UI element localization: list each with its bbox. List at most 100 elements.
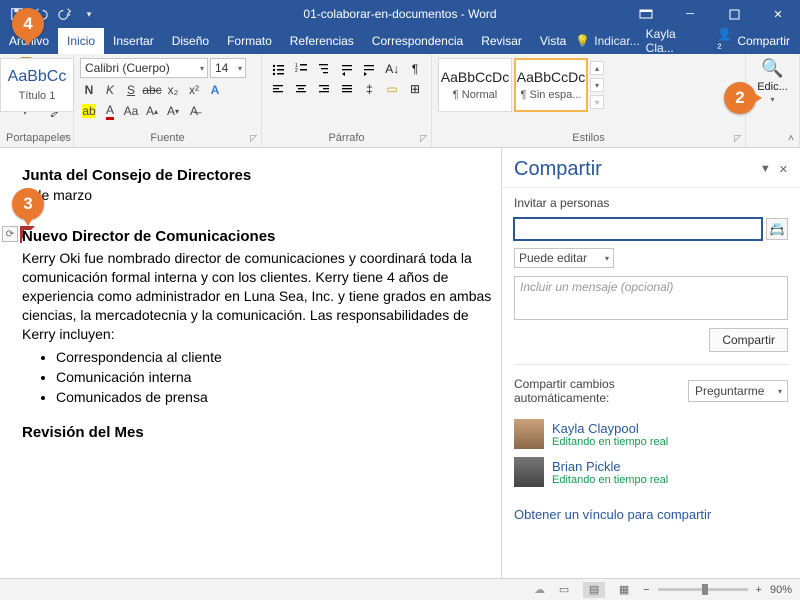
tab-mailings[interactable]: Correspondencia [363,28,472,54]
subscript-button[interactable]: x₂ [164,81,182,99]
dialog-launcher-icon[interactable]: ◸ [250,133,257,144]
tab-view[interactable]: Vista [531,28,575,54]
clear-formatting-button[interactable]: A̶ [185,102,203,120]
person-row[interactable]: Kayla Claypool Editando en tiempo real [514,419,788,449]
message-input[interactable]: Incluir un mensaje (opcional) [514,276,788,320]
share-person-icon: 👤² [717,27,734,55]
style-no-spacing[interactable]: AaBbCcDc¶ Sin espa... [514,58,588,112]
tell-me[interactable]: 💡Indicar... [575,34,639,48]
group-clipboard: Pegar ▾ ✂ ⧉ 🖌 Portapapeles◸ [0,54,74,147]
share-pane-header: Compartir ▼ ✕ [502,148,800,188]
redo-icon[interactable] [58,7,72,21]
read-mode-button[interactable]: ▭ [553,582,575,598]
tab-insert[interactable]: Insertar [104,28,163,54]
share-button[interactable]: 👤² Compartir [711,28,796,54]
invite-people-input[interactable] [514,218,762,240]
justify-button[interactable] [337,80,357,98]
title-bar: ▾ 01-colaborar-en-documentos - Word ─ ✕ [0,0,800,28]
italic-button[interactable]: K [101,81,119,99]
permission-select[interactable]: Puede editar▾ [514,248,614,268]
invite-label: Invitar a personas [514,196,788,210]
get-sharing-link[interactable]: Obtener un vínculo para compartir [514,507,788,522]
person-row[interactable]: Brian Pickle Editando en tiempo real [514,457,788,487]
font-size-combo[interactable]: 14▾ [210,58,246,78]
increase-indent-button[interactable] [359,60,379,78]
shading-button[interactable]: ▭ [382,80,402,98]
strikethrough-button[interactable]: abc [143,81,161,99]
maximize-button[interactable] [712,0,756,28]
ribbon-tabs: Archivo Inicio Insertar Diseño Formato R… [0,28,800,54]
shrink-font-button[interactable]: A▾ [164,102,182,120]
ribbon-options-icon[interactable] [624,0,668,28]
number-list-button[interactable]: 12 [291,60,311,78]
qat-customize-icon[interactable]: ▾ [82,7,96,21]
decrease-indent-button[interactable] [337,60,357,78]
group-label-editing [752,130,793,147]
paste-button[interactable]: Pegar ▾ [6,58,44,120]
close-button[interactable]: ✕ [756,0,800,28]
print-layout-button[interactable]: ▤ [583,582,605,598]
format-painter-icon[interactable]: 🖌 [48,102,66,120]
bullet-list-button[interactable] [268,60,288,78]
signed-in-user[interactable]: Kayla Cla... [646,27,706,55]
gallery-scroll: ▴ ▾ ▿ [590,58,604,112]
dialog-launcher-icon[interactable]: ◸ [62,133,69,144]
web-layout-button[interactable]: ▦ [613,582,635,598]
document-area[interactable]: ⟳ Junta del Consejo de Directores 6 de m… [0,148,502,578]
dialog-launcher-icon[interactable]: ◸ [734,133,741,144]
tab-review[interactable]: Revisar [472,28,531,54]
font-name-combo[interactable]: Calibri (Cuerpo)▾ [80,58,208,78]
style-normal[interactable]: AaBbCcDc¶ Normal [438,58,512,112]
copy-icon[interactable]: ⧉ [48,81,66,99]
document-page: Junta del Consejo de Directores 6 de mar… [22,166,501,445]
find-icon: 🔍 [761,58,783,79]
address-book-icon[interactable]: 📇 [766,218,788,240]
font-color-button[interactable]: A [101,102,119,120]
minimize-button[interactable]: ─ [668,0,712,28]
pane-options-icon[interactable]: ▼ [760,163,771,176]
sort-button[interactable]: A↓ [382,60,402,78]
share-submit-button[interactable]: Compartir [709,328,788,352]
text-effects-button[interactable]: A [206,81,224,99]
dialog-launcher-icon[interactable]: ◸ [420,133,427,144]
change-case-button[interactable]: Aa [122,102,140,120]
multilevel-list-button[interactable] [314,60,334,78]
tab-references[interactable]: Referencias [281,28,363,54]
auto-share-select[interactable]: Preguntarme▾ [688,380,788,402]
person-name: Kayla Claypool [552,421,668,436]
zoom-in-button[interactable]: + [756,584,762,596]
zoom-slider[interactable] [658,588,748,591]
superscript-button[interactable]: x² [185,81,203,99]
line-spacing-button[interactable]: ‡ [359,80,379,98]
collapse-ribbon-icon[interactable]: ˄ [788,133,794,144]
avatar [514,419,544,449]
shared-people-list: Kayla Claypool Editando en tiempo real B… [514,419,788,487]
bold-button[interactable]: N [80,81,98,99]
highlight-button[interactable]: ab [80,102,98,120]
gallery-more-icon[interactable]: ▿ [590,95,604,109]
clipboard-icon [11,60,39,90]
person-status: Editando en tiempo real [552,436,668,448]
cut-icon[interactable]: ✂ [48,60,66,78]
gallery-down-icon[interactable]: ▾ [590,78,604,92]
tab-layout[interactable]: Formato [218,28,281,54]
align-right-button[interactable] [314,80,334,98]
borders-button[interactable]: ⊞ [405,80,425,98]
callout-2: 2 [724,82,756,114]
underline-button[interactable]: S [122,81,140,99]
doc-bullets: Correspondencia al cliente Comunicación … [56,348,501,407]
cloud-status-icon[interactable]: ☁ [534,583,545,596]
zoom-out-button[interactable]: − [643,584,649,596]
show-marks-button[interactable]: ¶ [405,60,425,78]
share-pane-title: Compartir [514,158,602,181]
pane-close-icon[interactable]: ✕ [779,163,788,176]
tab-design[interactable]: Diseño [163,28,218,54]
group-font: Calibri (Cuerpo)▾ 14▾ N K S abc x₂ x² A … [74,54,262,147]
gallery-up-icon[interactable]: ▴ [590,61,604,75]
align-center-button[interactable] [291,80,311,98]
align-left-button[interactable] [268,80,288,98]
zoom-level[interactable]: 90% [770,584,792,596]
tab-home[interactable]: Inicio [58,28,104,54]
grow-font-button[interactable]: A▴ [143,102,161,120]
status-bar: ☁ ▭ ▤ ▦ − + 90% [0,578,800,600]
